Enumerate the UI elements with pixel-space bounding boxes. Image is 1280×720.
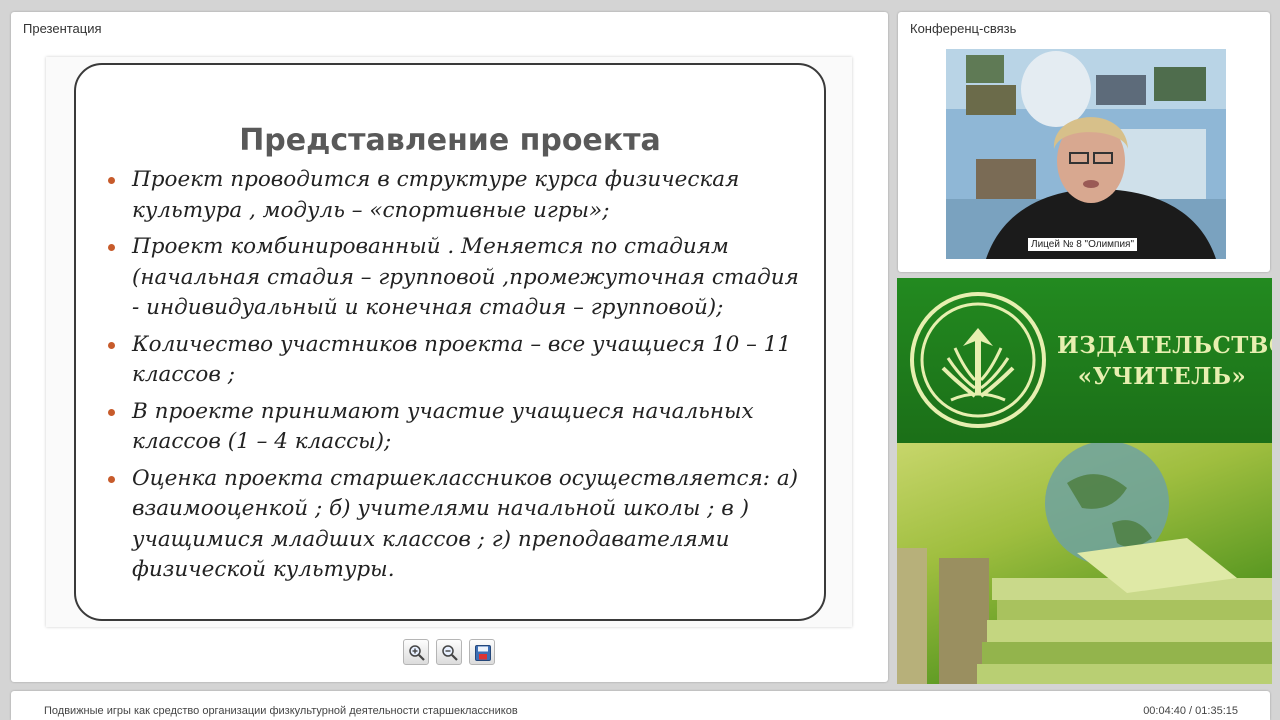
slide-bullet-text: В проекте принимают участие учащиеся нач… bbox=[132, 398, 754, 455]
zoom-out-button[interactable] bbox=[436, 639, 462, 665]
presentation-panel-title: Презентация bbox=[23, 21, 102, 36]
slide-bullet-list: Проект проводится в структуре курса физи… bbox=[108, 165, 812, 592]
slide-bullet-text: Проект комбинированный . Меняется по ста… bbox=[132, 234, 799, 320]
video-feed[interactable]: Лицей № 8 "Олимпия" bbox=[946, 49, 1226, 259]
save-button[interactable] bbox=[469, 639, 495, 665]
slide-bullet-text: Количество участников проекта – все учащ… bbox=[132, 331, 792, 388]
banner-text: ИЗДАТЕЛЬСТВО «УЧИТЕЛЬ» bbox=[1057, 330, 1272, 392]
slide-title: Представление проекта bbox=[239, 123, 661, 158]
banner-header: ИЗДАТЕЛЬСТВО «УЧИТЕЛЬ» bbox=[897, 278, 1272, 443]
bullet-dot-icon bbox=[108, 408, 115, 416]
zoom-in-button[interactable] bbox=[403, 639, 429, 665]
slide-bullet: Проект проводится в структуре курса физи… bbox=[108, 165, 812, 226]
slide-bullet: Количество участников проекта – все учащ… bbox=[108, 330, 812, 391]
books-globe-illustration bbox=[897, 441, 1272, 684]
banner-books-image bbox=[897, 441, 1272, 684]
bullet-dot-icon bbox=[108, 177, 115, 184]
video-frame-image bbox=[946, 49, 1226, 259]
conference-panel: Конференц-связь Лицей № 8 "Олимпия" bbox=[898, 12, 1270, 272]
presentation-panel: Презентация Представление проекта Проект… bbox=[11, 12, 888, 682]
conference-panel-title: Конференц-связь bbox=[910, 21, 1017, 36]
bullet-dot-icon bbox=[108, 341, 115, 349]
slide-bullet: Проект комбинированный . Меняется по ста… bbox=[108, 232, 812, 324]
zoom-in-icon bbox=[409, 645, 425, 661]
playback-time: 00:04:40 / 01:35:15 bbox=[1143, 705, 1238, 717]
bullet-dot-icon bbox=[108, 244, 115, 251]
footer-bar: Подвижные игры как средство организации … bbox=[11, 691, 1270, 720]
slide-bullet: В проекте принимают участие учащиеся нач… bbox=[108, 397, 812, 458]
slide-frame: Представление проекта Проект проводится … bbox=[74, 63, 826, 621]
webinar-title: Подвижные игры как средство организации … bbox=[44, 705, 518, 717]
slide-bullet-text: Оценка проекта старшеклассников осуществ… bbox=[132, 465, 799, 583]
save-icon bbox=[475, 645, 491, 661]
publisher-banner[interactable]: ИЗДАТЕЛЬСТВО «УЧИТЕЛЬ» bbox=[897, 278, 1272, 684]
publisher-logo-icon bbox=[910, 292, 1046, 428]
banner-line-1: ИЗДАТЕЛЬСТВО bbox=[1057, 332, 1272, 359]
video-caption: Лицей № 8 "Олимпия" bbox=[1028, 238, 1138, 251]
bullet-dot-icon bbox=[108, 475, 115, 483]
slide: Представление проекта Проект проводится … bbox=[46, 57, 852, 627]
banner-line-2: «УЧИТЕЛЬ» bbox=[1077, 363, 1247, 390]
slide-bullet: Оценка проекта старшеклассников осуществ… bbox=[108, 464, 812, 586]
zoom-out-icon bbox=[442, 645, 458, 661]
slide-bullet-text: Проект проводится в структуре курса физи… bbox=[132, 167, 740, 223]
